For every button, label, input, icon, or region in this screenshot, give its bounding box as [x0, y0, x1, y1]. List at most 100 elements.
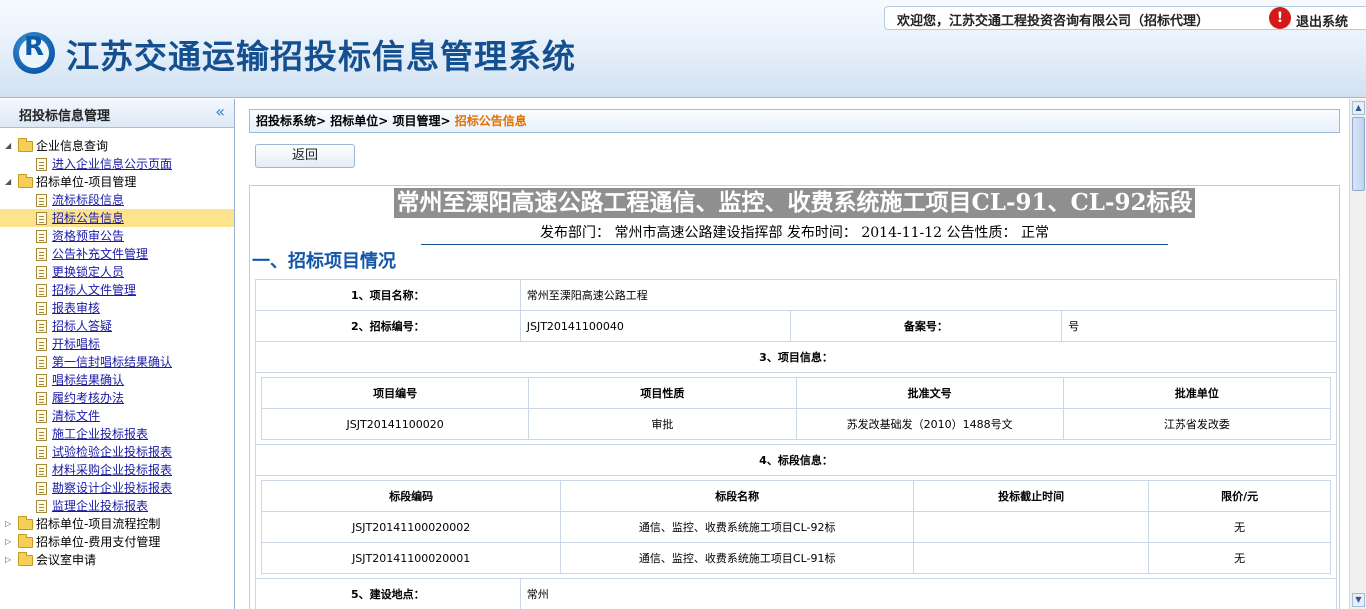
sidebar-folder[interactable]: ◢ 企业信息查询 [0, 137, 234, 155]
bid-sections-table: 标段编码 标段名称 投标截止时间 限价/元 JSJT20141100020002 通信、… [260, 480, 1331, 574]
table-cell: JSJT20141100020 [260, 408, 530, 440]
record-no-label: 备案号： [789, 310, 1063, 342]
scroll-up-icon[interactable]: ▲ [1352, 101, 1365, 115]
sidebar-item[interactable]: 资格预审公告 [0, 227, 234, 245]
expand-toggle-icon[interactable]: ▷ [5, 533, 15, 551]
project-details-table: 项目编号 项目性质 批准文号 批准单位 JSJT20141100020 审批 苏发改基础发… [260, 377, 1332, 440]
column-header: 限价/元 [1148, 480, 1331, 512]
sidebar-item[interactable]: 公告补充文件管理 [0, 245, 234, 263]
sidebar-item-label: 会议室申请 [36, 553, 97, 567]
sidebar-item-label: 施工企业投标报表 [52, 427, 149, 441]
table-header-row: 标段编码 标段名称 投标截止时间 限价/元 [260, 480, 1331, 512]
table-row: JSJT20141100020001 通信、监控、收费系统施工项目CL-91标 无 [260, 542, 1331, 574]
sidebar-item-label: 报表审核 [52, 301, 101, 315]
document-icon [36, 410, 47, 423]
sidebar-item[interactable]: 招标公告信息 [0, 209, 234, 227]
logout-button[interactable]: 退出系统 [1296, 11, 1348, 30]
sidebar-item[interactable]: 唱标结果确认 [0, 371, 234, 389]
sidebar-folder[interactable]: ▷ 招标单位-费用支付管理 [0, 533, 234, 551]
table-row: 标段编码 标段名称 投标截止时间 限价/元 JSJT20141100020002 通信、… [255, 475, 1337, 579]
sidebar-item-label: 履约考核办法 [52, 391, 125, 405]
folder-icon [18, 516, 33, 530]
sidebar-item[interactable]: 第一信封唱标结果确认 [0, 353, 234, 371]
sidebar-item-label: 进入企业信息公示页面 [52, 157, 173, 171]
scroll-down-icon[interactable]: ▼ [1352, 593, 1365, 607]
sidebar-item-label: 勘察设计企业投标报表 [52, 481, 173, 495]
table-header-row: 项目编号 项目性质 批准文号 批准单位 [260, 377, 1332, 409]
column-header: 标段编码 [260, 480, 562, 512]
document-icon [36, 500, 47, 513]
sidebar-item-label: 材料采购企业投标报表 [52, 463, 173, 477]
sidebar-item-label: 招标单位-项目流程控制 [36, 517, 161, 531]
table-row: 1、项目名称： 常州至溧阳高速公路工程 [255, 279, 1338, 311]
welcome-bar: 欢迎您，江苏交通工程投资咨询有限公司（招标代理） ! 退出系统 [884, 6, 1366, 30]
announcement-content: 常州至溧阳高速公路工程通信、监控、收费系统施工项目CL-91、CL-92标段 发… [249, 185, 1340, 609]
sidebar-folder[interactable]: ▷ 招标单位-项目流程控制 [0, 515, 234, 533]
table-cell: JSJT20141100020002 [260, 511, 562, 543]
expand-toggle-icon[interactable]: ▷ [5, 551, 15, 569]
sidebar-item[interactable]: 进入企业信息公示页面 [0, 155, 234, 173]
sidebar-item[interactable]: 履约考核办法 [0, 389, 234, 407]
sidebar-item[interactable]: 招标人答疑 [0, 317, 234, 335]
sidebar-item[interactable]: 监理企业投标报表 [0, 497, 234, 515]
sidebar-title: 招投标信息管理 [19, 109, 111, 124]
sidebar-item[interactable]: 施工企业投标报表 [0, 425, 234, 443]
document-icon [36, 374, 47, 387]
table-row: JSJT20141100020 审批 苏发改基础发（2010）1488号文 江苏省发改… [260, 408, 1332, 440]
project-info-label: 3、项目信息： [255, 341, 1337, 373]
column-header: 标段名称 [560, 480, 915, 512]
project-name-label: 1、项目名称： [255, 279, 521, 311]
table-cell: 无 [1148, 542, 1331, 574]
welcome-text: 欢迎您，江苏交通工程投资咨询有限公司（招标代理） [897, 14, 1210, 29]
sidebar-header: 招投标信息管理 « [0, 99, 234, 128]
nav-tree: ◢ 企业信息查询进入企业信息公示页面 ◢ 招标单位-项目管理 流标标段信息 招标公告信息资… [0, 128, 234, 569]
sidebar-item[interactable]: 报表审核 [0, 299, 234, 317]
folder-icon [18, 552, 33, 566]
sidebar-item[interactable]: 开标唱标 [0, 335, 234, 353]
announcement-meta: 发布部门： 常州市高速公路建设指挥部 发布时间： 2014-11-12 公告性质… [421, 222, 1168, 245]
document-icon [36, 392, 47, 405]
table-row: 5、建设地点： 常州 [255, 578, 1338, 609]
column-header: 项目性质 [528, 377, 797, 409]
announcement-title: 常州至溧阳高速公路工程通信、监控、收费系统施工项目CL-91、CL-92标段 [394, 188, 1195, 218]
table-cell: JSJT20141100020001 [260, 542, 562, 574]
sidebar-item[interactable]: 勘察设计企业投标报表 [0, 479, 234, 497]
logo-icon: R [13, 32, 55, 74]
breadcrumb: 招投标系统> 招标单位> 项目管理> 招标公告信息 [249, 109, 1340, 133]
section-heading: 一、招标项目情况 [252, 251, 396, 272]
sidebar-item[interactable]: 招标人文件管理 [0, 281, 234, 299]
sidebar-item-label: 公告补充文件管理 [52, 247, 149, 261]
collapse-sidebar-icon[interactable]: « [215, 102, 225, 121]
sidebar: 招投标信息管理 « ◢ 企业信息查询进入企业信息公示页面 ◢ 招标单位-项目管理 流标标… [0, 99, 235, 609]
scroll-thumb[interactable] [1352, 117, 1365, 191]
location-value: 常州 [519, 578, 1338, 609]
tender-no-label: 2、招标编号： [255, 310, 521, 342]
folder-icon [18, 138, 33, 152]
sidebar-folder[interactable]: ▷ 会议室申请 [0, 551, 234, 569]
vertical-scrollbar[interactable]: ▲ ▼ [1349, 99, 1366, 609]
sidebar-item-label: 开标唱标 [52, 337, 101, 351]
collapse-toggle-icon[interactable]: ◢ [5, 137, 15, 155]
sidebar-item-label: 唱标结果确认 [52, 373, 125, 387]
column-header: 批准单位 [1062, 377, 1332, 409]
sidebar-item[interactable]: 流标标段信息 [0, 191, 234, 209]
expand-toggle-icon[interactable]: ▷ [5, 515, 15, 533]
sidebar-item[interactable]: 更换锁定人员 [0, 263, 234, 281]
document-icon [36, 302, 47, 315]
table-row: 3、项目信息： [255, 341, 1337, 373]
app-header: R 江苏交通运输招投标信息管理系统 欢迎您，江苏交通工程投资咨询有限公司（招标代… [0, 0, 1366, 98]
sidebar-item[interactable]: 试验检验企业投标报表 [0, 443, 234, 461]
sidebar-folder[interactable]: ◢ 招标单位-项目管理 [0, 173, 234, 191]
document-icon [36, 230, 47, 243]
document-icon [36, 320, 47, 333]
logout-icon[interactable]: ! [1269, 7, 1291, 29]
document-icon [36, 482, 47, 495]
collapse-toggle-icon[interactable]: ◢ [5, 173, 15, 191]
back-button[interactable]: 返回 [255, 144, 355, 168]
table-cell [913, 542, 1150, 574]
column-header: 投标截止时间 [913, 480, 1150, 512]
folder-icon [18, 534, 33, 548]
sidebar-item[interactable]: 清标文件 [0, 407, 234, 425]
sidebar-item[interactable]: 材料采购企业投标报表 [0, 461, 234, 479]
document-icon [36, 356, 47, 369]
